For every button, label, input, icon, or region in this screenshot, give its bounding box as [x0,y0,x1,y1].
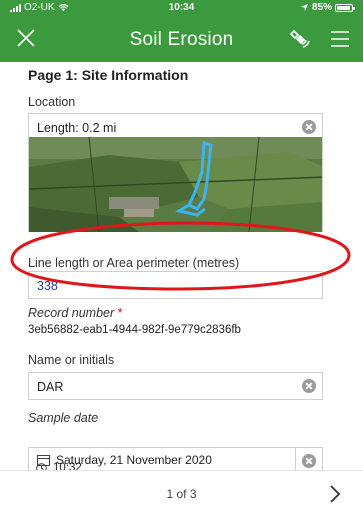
status-bar: O2-UK 10:34 85% [0,0,363,16]
name-field[interactable]: DAR [28,372,323,400]
page-title: Page 1: Site Information [28,67,189,83]
satellite-icon[interactable] [287,27,311,51]
location-arrow-icon [300,3,309,12]
page-indicator: 1 of 3 [166,487,197,501]
name-label: Name or initials [28,353,115,367]
required-mark: * [117,306,123,320]
location-value: Length: 0.2 mi [37,121,117,135]
sample-date-label: Sample date [28,411,99,425]
location-label: Location [28,95,76,109]
clear-icon[interactable] [302,120,316,134]
app-bar: Soil Erosion [0,16,363,62]
pager-footer: 1 of 3 [0,470,363,516]
battery-percent: 85% [311,2,332,13]
clear-icon[interactable] [302,454,316,468]
chevron-right-icon[interactable] [327,483,343,505]
menu-icon[interactable] [329,28,351,50]
annotation-ellipse [10,221,351,291]
record-number-value: 3eb56882-eab1-4944-982f-9e779c2836fb [28,324,241,336]
name-value: DAR [37,380,64,394]
record-number-label-text: Record number [28,306,115,320]
battery-icon [335,3,355,12]
record-number-label: Record number * [28,306,123,320]
clear-icon[interactable] [302,379,316,393]
map-satellite-image [29,137,322,232]
status-right: 85% [300,2,355,13]
location-map[interactable] [28,137,323,232]
